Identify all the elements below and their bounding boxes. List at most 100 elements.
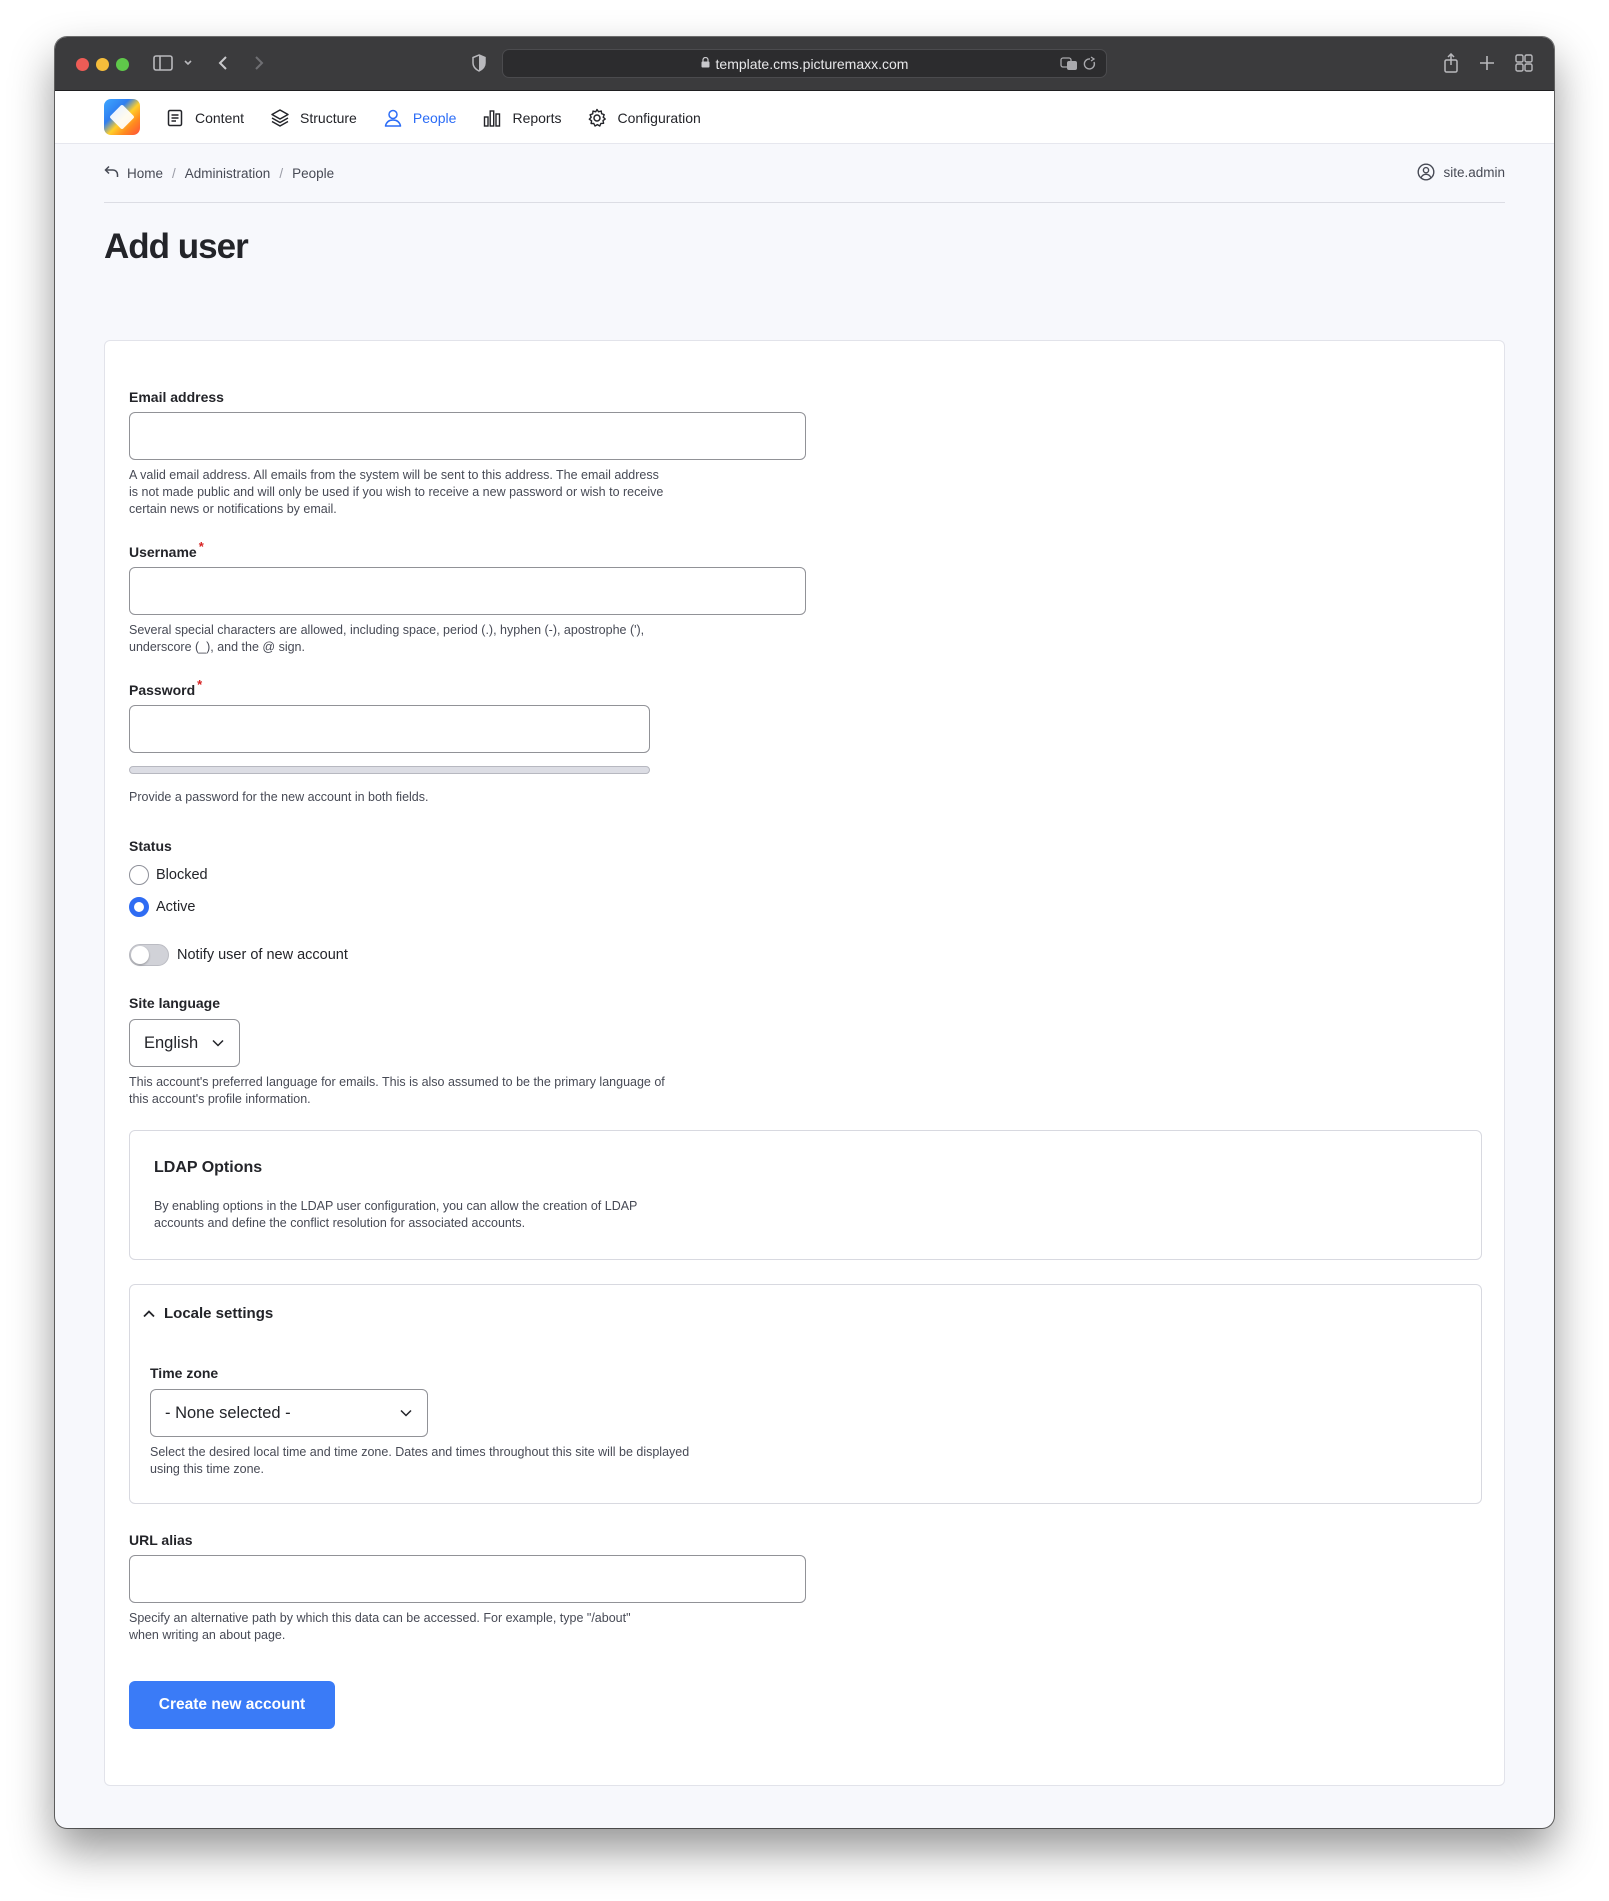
email-field[interactable] bbox=[129, 412, 806, 460]
url-text: template.cms.picturemaxx.com bbox=[715, 55, 909, 72]
new-tab-icon[interactable] bbox=[1479, 54, 1495, 76]
username-field[interactable] bbox=[129, 567, 806, 615]
ldap-options-description: By enabling options in the LDAP user con… bbox=[154, 1199, 638, 1230]
tab-overview-icon[interactable] bbox=[1515, 54, 1533, 76]
user-circle-icon bbox=[1417, 163, 1435, 181]
chevron-down-icon bbox=[400, 1409, 412, 1417]
required-marker: * bbox=[198, 539, 204, 555]
create-new-account-button[interactable]: Create new account bbox=[129, 1681, 335, 1729]
timezone-field-group: Time zone - None selected - Select the d… bbox=[150, 1365, 710, 1478]
select-value: - None selected - bbox=[165, 1403, 291, 1422]
url-alias-description: Specify an alternative path by which thi… bbox=[129, 1611, 631, 1642]
nav-item-people[interactable]: People bbox=[383, 108, 457, 128]
site-language-select[interactable]: English bbox=[129, 1019, 240, 1067]
lock-icon bbox=[701, 56, 710, 71]
back-arrow-icon[interactable] bbox=[217, 54, 229, 76]
status-radio-blocked[interactable]: Blocked bbox=[129, 865, 529, 885]
minimize-window-button[interactable] bbox=[96, 58, 109, 71]
site-language-description: This account's preferred language for em… bbox=[129, 1075, 665, 1106]
breadcrumb: Home / Administration / People bbox=[104, 165, 334, 182]
nav-item-configuration[interactable]: Configuration bbox=[587, 108, 701, 128]
email-description: A valid email address. All emails from t… bbox=[129, 468, 664, 516]
locale-settings-title: Locale settings bbox=[164, 1305, 274, 1322]
page-title: Add user bbox=[104, 227, 249, 266]
breadcrumb-separator: / bbox=[172, 165, 176, 181]
notify-label: Notify user of new account bbox=[177, 947, 348, 963]
breadcrumb-home[interactable]: Home bbox=[127, 166, 163, 181]
timezone-label: Time zone bbox=[150, 1365, 219, 1381]
status-radio-active[interactable]: Active bbox=[129, 897, 529, 917]
nav-item-content[interactable]: Content bbox=[165, 108, 244, 128]
timezone-select[interactable]: - None selected - bbox=[150, 1389, 428, 1437]
nav-item-label: Structure bbox=[300, 109, 357, 126]
required-marker: * bbox=[197, 677, 203, 693]
radio-label: Blocked bbox=[156, 867, 208, 883]
chevron-up-icon bbox=[143, 1309, 155, 1317]
browser-window: template.cms.picturemaxx.com Content Str… bbox=[55, 37, 1554, 1828]
breadcrumb-people[interactable]: People bbox=[292, 166, 334, 181]
password-label: Password * bbox=[129, 678, 689, 698]
translate-reload-icons[interactable] bbox=[1060, 55, 1096, 74]
url-alias-field-group: URL alias Specify an alternative path by… bbox=[129, 1532, 809, 1644]
main-navigation: Content Structure People Reports Configu… bbox=[165, 91, 727, 144]
close-window-button[interactable] bbox=[76, 58, 89, 71]
password-label-text: Password bbox=[129, 682, 196, 698]
url-alias-field[interactable] bbox=[129, 1555, 806, 1603]
notify-toggle[interactable]: Notify user of new account bbox=[129, 944, 348, 966]
document-icon bbox=[167, 109, 183, 126]
toggle-switch[interactable] bbox=[129, 944, 169, 966]
nav-item-label: Configuration bbox=[617, 109, 701, 126]
privacy-shield-icon[interactable] bbox=[471, 54, 487, 76]
email-field-group: Email address A valid email address. All… bbox=[129, 389, 809, 518]
breadcrumb-separator: / bbox=[279, 165, 284, 181]
locale-settings-details: Locale settings Time zone - None selecte… bbox=[129, 1284, 1482, 1504]
timezone-description: Select the desired local time and time z… bbox=[150, 1445, 690, 1476]
username-label-text: Username bbox=[129, 544, 197, 560]
add-user-form: Email address A valid email address. All… bbox=[104, 340, 1505, 1786]
password-strength-bar bbox=[129, 766, 650, 774]
username-field-group: Username * Several special characters are… bbox=[129, 540, 809, 656]
nav-item-structure[interactable]: Structure bbox=[270, 108, 357, 128]
site-language-label: Site language bbox=[129, 995, 221, 1011]
breadcrumb-row: Home / Administration / People site.admi… bbox=[104, 144, 1505, 203]
breadcrumb-administration[interactable]: Administration bbox=[185, 166, 271, 181]
nav-item-label: Content bbox=[195, 109, 245, 126]
person-icon bbox=[384, 109, 402, 127]
username-description: Several special characters are allowed, … bbox=[129, 623, 645, 654]
browser-chrome: template.cms.picturemaxx.com bbox=[55, 37, 1554, 91]
maximize-window-button[interactable] bbox=[116, 58, 129, 71]
forward-arrow-icon[interactable] bbox=[253, 54, 265, 76]
page-content: Home / Administration / People site.admi… bbox=[104, 144, 1505, 1786]
nav-item-reports[interactable]: Reports bbox=[482, 108, 561, 128]
status-label: Status bbox=[129, 838, 172, 854]
nav-item-label: People bbox=[412, 109, 457, 126]
bar-chart-icon bbox=[484, 109, 501, 127]
user-account-link[interactable]: site.admin bbox=[1417, 163, 1505, 181]
gear-icon bbox=[589, 108, 607, 127]
password-field-group: Password * bbox=[129, 678, 689, 753]
radio-button[interactable] bbox=[129, 865, 149, 885]
locale-settings-summary[interactable]: Locale settings bbox=[142, 1305, 273, 1322]
site-language-field-group: Site language English This account's pre… bbox=[129, 995, 689, 1108]
admin-toolbar: Content Structure People Reports Configu… bbox=[55, 91, 1554, 144]
ldap-options-fieldset: LDAP Options By enabling options in the … bbox=[129, 1130, 1482, 1260]
back-arrow-icon[interactable] bbox=[104, 165, 119, 182]
chevron-down-icon[interactable] bbox=[183, 54, 193, 80]
nav-item-label: Reports bbox=[512, 109, 562, 126]
layers-icon bbox=[271, 108, 289, 127]
radio-label: Active bbox=[156, 899, 196, 915]
username-label: Username * bbox=[129, 540, 809, 560]
address-bar[interactable]: template.cms.picturemaxx.com bbox=[502, 49, 1107, 78]
site-logo[interactable] bbox=[104, 99, 140, 135]
password-field[interactable] bbox=[129, 705, 650, 753]
share-icon[interactable] bbox=[1443, 52, 1459, 77]
sidebar-toggle-icon[interactable] bbox=[153, 54, 173, 76]
password-description: Provide a password for the new account i… bbox=[129, 790, 429, 804]
user-name: site.admin bbox=[1443, 164, 1505, 180]
chevron-down-icon bbox=[212, 1039, 224, 1047]
status-field-group: Status Blocked Active bbox=[129, 838, 529, 917]
email-label: Email address bbox=[129, 389, 224, 405]
ldap-options-title: LDAP Options bbox=[154, 1159, 263, 1176]
radio-button-checked[interactable] bbox=[129, 897, 149, 917]
select-value: English bbox=[144, 1033, 199, 1052]
